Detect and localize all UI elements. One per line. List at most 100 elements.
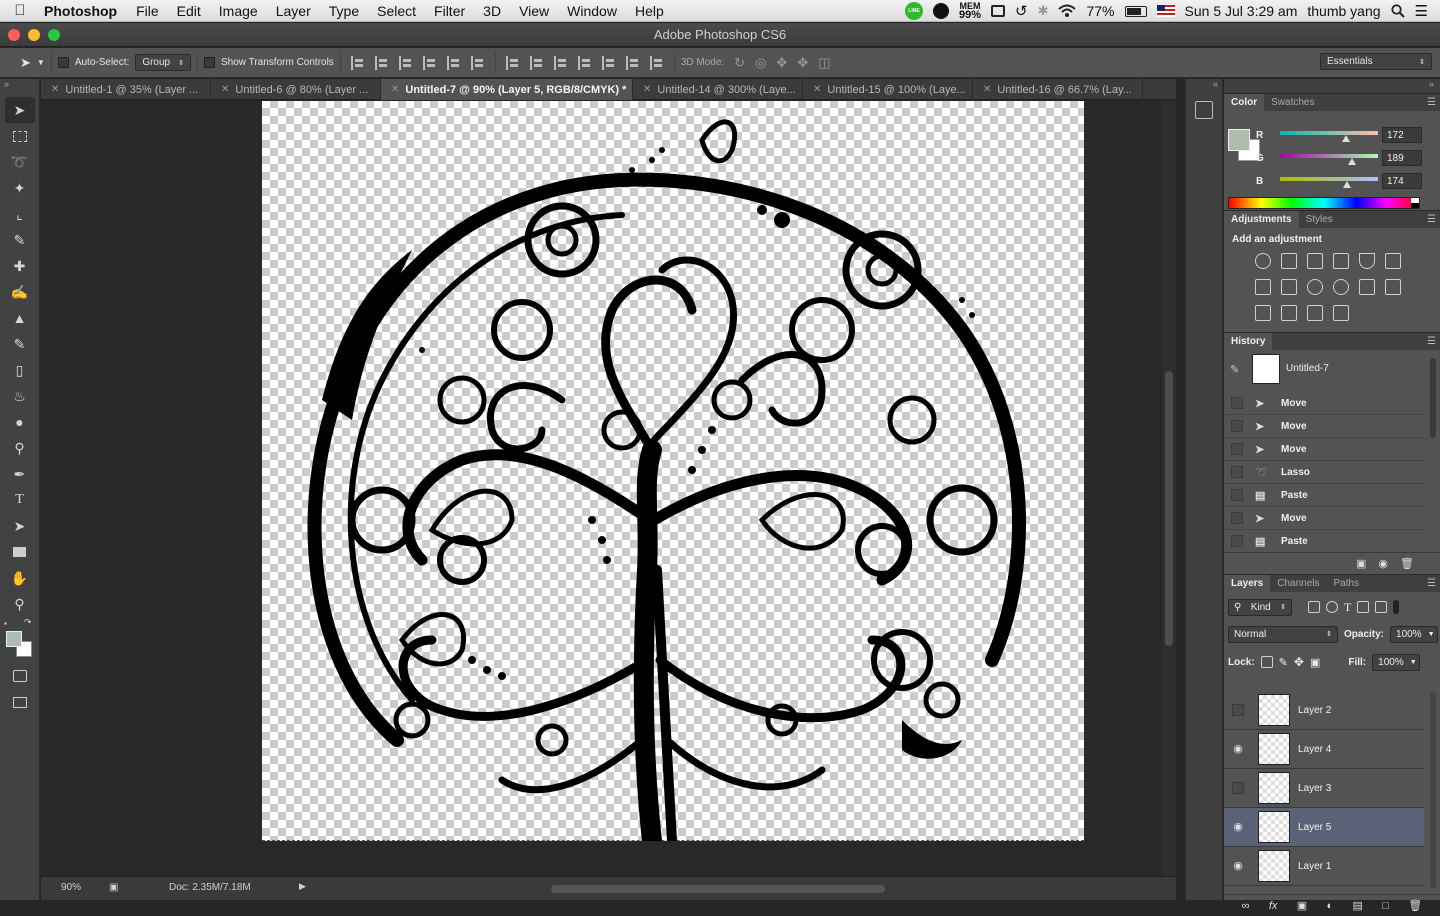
time-machine-icon[interactable]: ↺ [1015, 3, 1028, 20]
input-source-flag-icon[interactable] [1156, 5, 1175, 17]
brightness-contrast-icon[interactable] [1255, 253, 1271, 269]
history-source-checkbox[interactable] [1231, 466, 1243, 478]
new-group-folder-icon[interactable]: ▤ [1353, 899, 1363, 912]
menu-layer[interactable]: Layer [267, 3, 320, 19]
filter-adjustment-icon[interactable] [1326, 601, 1338, 613]
align-vertical-centers-icon[interactable] [374, 55, 389, 70]
menu-window[interactable]: Window [558, 3, 626, 19]
opacity-field[interactable]: 100% ▼ [1390, 625, 1439, 643]
layer-name[interactable]: Layer 3 [1298, 783, 1331, 794]
display-icon[interactable] [991, 5, 1005, 17]
blue-slider-track[interactable] [1280, 177, 1378, 181]
status-share-icon[interactable]: ▣ [109, 882, 118, 893]
swap-colors-icon[interactable]: ↷ [24, 617, 32, 628]
blend-mode-dropdown[interactable]: Normal ⇕ [1228, 625, 1338, 643]
tab-color[interactable]: Color [1224, 94, 1265, 111]
panel-menu-icon[interactable]: ☰ [1427, 578, 1436, 589]
auto-select-dropdown[interactable]: Group ⇕ [135, 54, 191, 71]
menu-view[interactable]: View [510, 3, 558, 19]
posterize-icon[interactable] [1255, 305, 1271, 321]
new-adjustment-layer-icon[interactable]: ◐ [1327, 900, 1334, 912]
history-source-checkbox[interactable] [1231, 489, 1243, 501]
tool-presets-icon[interactable] [1195, 101, 1213, 119]
channel-mixer-icon[interactable] [1333, 279, 1349, 295]
foreground-color-swatch[interactable] [6, 631, 22, 647]
levels-icon[interactable] [1281, 253, 1297, 269]
green-slider[interactable]: G 189 [1256, 150, 1438, 172]
vertical-scroll-thumb[interactable] [1165, 371, 1173, 646]
tab-channels[interactable]: Channels [1270, 575, 1326, 592]
distribute-left-icon[interactable] [577, 55, 592, 70]
history-scrollbar[interactable] [1430, 358, 1436, 438]
invert-icon[interactable] [1385, 279, 1401, 295]
history-item[interactable]: ▤ Paste [1224, 484, 1424, 507]
red-slider[interactable]: R 172 [1256, 127, 1438, 149]
history-source-checkbox[interactable] [1231, 443, 1243, 455]
blue-slider-knob[interactable] [1343, 181, 1351, 188]
horizontal-scrollbar[interactable] [551, 885, 885, 893]
line-app-icon[interactable]: LINE [904, 2, 923, 20]
vibrance-icon[interactable] [1359, 253, 1375, 269]
history-source-checkbox[interactable] [1231, 535, 1243, 547]
lock-transparent-icon[interactable] [1260, 656, 1273, 668]
apple-menu-icon[interactable]:  [0, 2, 40, 19]
marquee-tool-icon[interactable] [5, 123, 35, 149]
new-layer-icon[interactable]: □ [1382, 900, 1389, 912]
green-slider-track[interactable] [1280, 154, 1378, 158]
green-slider-knob[interactable] [1348, 158, 1356, 165]
doc-tab-active[interactable]: ✕ Untitled-7 @ 90% (Layer 5, RGB/8/CMYK) … [381, 79, 633, 100]
menu-file[interactable]: File [127, 3, 168, 19]
menubar-user[interactable]: thumb yang [1307, 3, 1380, 19]
tab-styles[interactable]: Styles [1299, 211, 1340, 228]
path-selection-tool-icon[interactable]: ➤ [5, 513, 35, 539]
tab-paths[interactable]: Paths [1327, 575, 1367, 592]
doc-tab[interactable]: ✕ Untitled-16 @ 66.7% (Lay... [973, 79, 1143, 100]
history-source-checkbox[interactable] [1231, 397, 1243, 409]
close-tab-icon[interactable]: ✕ [983, 84, 991, 95]
zoom-tool-icon[interactable]: ⚲ [5, 591, 35, 617]
color-swatches[interactable]: ▪ ↷ [0, 617, 39, 663]
red-slider-knob[interactable] [1342, 135, 1350, 142]
layer-name[interactable]: Layer 2 [1298, 705, 1331, 716]
filter-shape-icon[interactable] [1357, 601, 1370, 613]
auto-select-checkbox[interactable] [57, 57, 69, 68]
menu-3d[interactable]: 3D [474, 3, 510, 19]
history-item[interactable]: ➤ Move [1224, 438, 1424, 461]
eye-visibility-icon[interactable]: ◉ [1230, 820, 1246, 834]
menu-select[interactable]: Select [368, 3, 425, 19]
align-bottom-edges-icon[interactable] [398, 55, 413, 70]
lock-all-icon[interactable]: ▣ [1310, 656, 1320, 669]
lock-position-icon[interactable]: ✥ [1294, 655, 1304, 669]
status-menu-arrow-icon[interactable]: ▶ [299, 881, 306, 892]
green-value-field[interactable]: 189 [1382, 150, 1422, 166]
layers-scrollbar[interactable] [1430, 692, 1436, 888]
memory-indicator[interactable]: MEM 99% [959, 2, 981, 21]
pen-tool-icon[interactable]: ✒ [5, 461, 35, 487]
notification-center-icon[interactable]: ☰ [1415, 3, 1428, 20]
trash-icon[interactable]: 🗑 [1408, 899, 1422, 912]
add-mask-icon[interactable]: ▣ [1297, 899, 1307, 912]
color-lookup-icon[interactable] [1359, 279, 1375, 295]
lasso-tool-icon[interactable]: ➰ [5, 149, 35, 175]
new-document-from-state-icon[interactable]: ▣ [1356, 557, 1366, 570]
align-right-edges-icon[interactable] [470, 55, 485, 70]
black-white-icon[interactable] [1281, 279, 1297, 295]
doc-tab[interactable]: ✕ Untitled-6 @ 80% (Layer ... [211, 79, 381, 100]
vertical-scrollbar[interactable] [1162, 101, 1176, 876]
3d-roll-icon[interactable]: ◎ [755, 55, 766, 71]
layer-name[interactable]: Layer 5 [1298, 822, 1331, 833]
battery-icon[interactable] [1124, 5, 1147, 17]
doc-tab[interactable]: ✕ Untitled-14 @ 300% (Laye... [633, 79, 803, 100]
blur-tool-icon[interactable]: ● [5, 409, 35, 435]
eyedropper-tool-icon[interactable]: ✎ [5, 227, 35, 253]
distribute-bottom-icon[interactable] [553, 55, 568, 70]
doc-tab[interactable]: ✕ Untitled-15 @ 100% (Laye... [803, 79, 973, 100]
layer-row[interactable]: ◉ Layer 1 [1224, 847, 1424, 886]
screen-mode-icon[interactable] [5, 689, 35, 715]
canvas-area[interactable] [41, 101, 1176, 876]
history-item[interactable]: ➰ Lasso [1224, 461, 1424, 484]
history-snapshot[interactable]: ✎ Untitled-7 [1224, 353, 1424, 389]
menu-type[interactable]: Type [320, 3, 368, 19]
panel-menu-icon[interactable]: ☰ [1427, 214, 1436, 225]
3d-rotate-icon[interactable]: ↻ [734, 55, 745, 71]
